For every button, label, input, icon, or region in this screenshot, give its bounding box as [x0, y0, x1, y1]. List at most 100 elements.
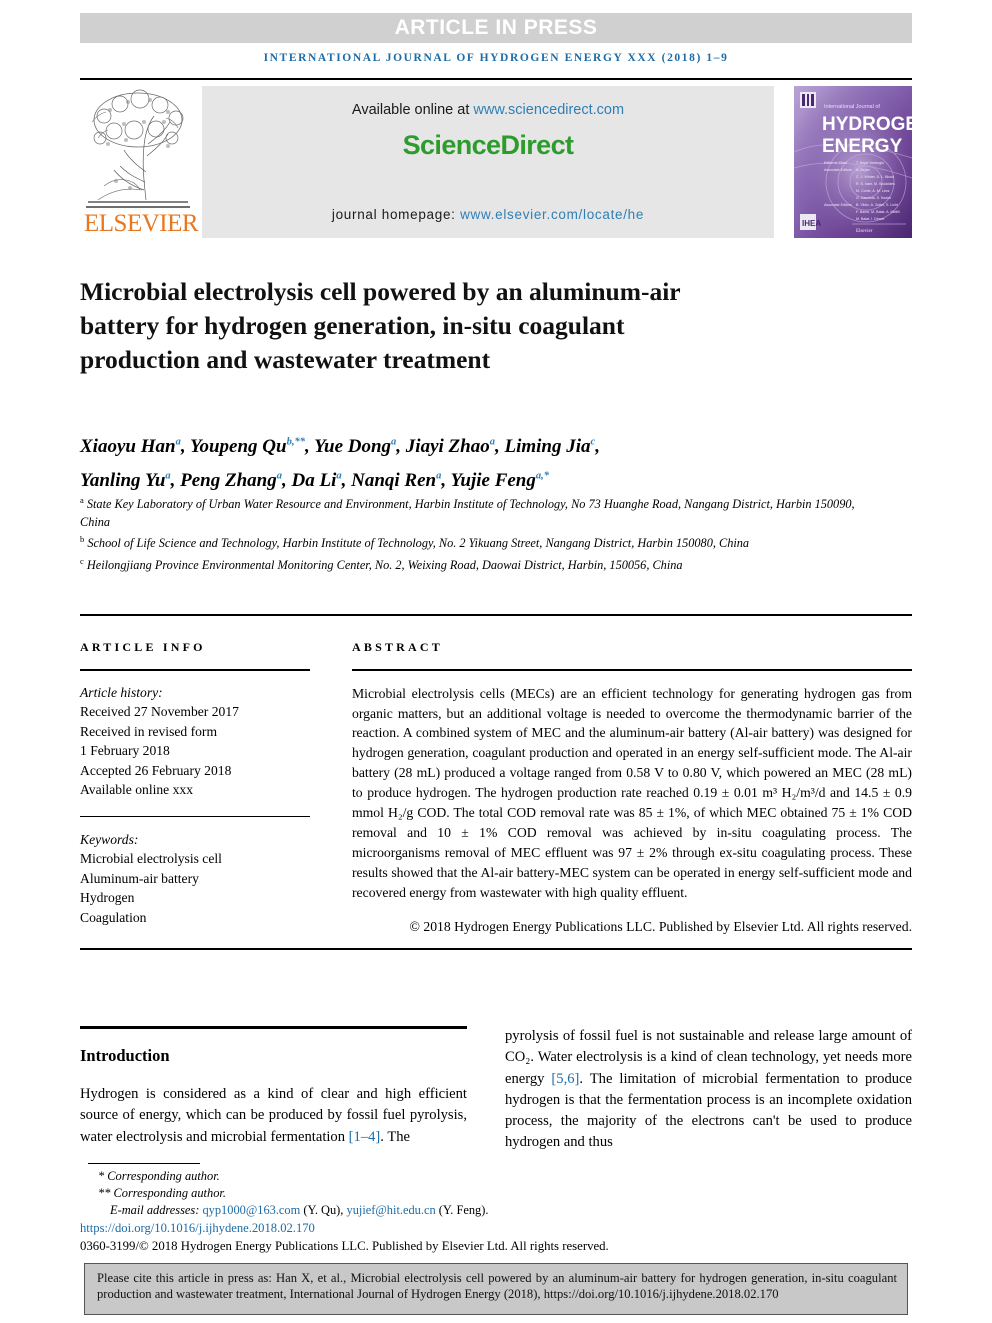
journal-homepage-line: journal homepage: www.elsevier.com/locat…: [202, 207, 774, 222]
article-history: Article history: Received 27 November 20…: [80, 683, 310, 800]
article-page: ARTICLE IN PRESS INTERNATIONAL JOURNAL O…: [0, 0, 992, 1323]
citation-reference[interactable]: [5,6]: [551, 1071, 579, 1087]
available-online-label: Available online at: [351, 102, 474, 118]
journal-homepage-label: journal homepage:: [331, 207, 461, 222]
svg-text:Editor-in-Chief: Editor-in-Chief: [824, 161, 847, 165]
article-history-item: Received in revised form: [80, 723, 218, 739]
journal-running-head: INTERNATIONAL JOURNAL OF HYDROGEN ENERGY…: [263, 52, 729, 64]
elsevier-wordmark: ELSEVIER: [84, 210, 199, 237]
email-link-feng[interactable]: yujief@hit.edu.cn: [347, 1203, 436, 1217]
author-entry: Peng Zhanga,: [180, 469, 292, 491]
article-info-column: ARTICLE INFO Article history: Received 2…: [80, 640, 310, 927]
email-addresses-label: E-mail addresses:: [110, 1203, 203, 1218]
author-list: Xiaoyu Hana, Youpeng Qub,**, Yue Donga, …: [80, 428, 880, 495]
article-history-item: Received 27 November 2017: [80, 704, 239, 720]
author-entry: Yujie Fenga,*: [450, 469, 549, 491]
abstract-rule: [352, 669, 912, 671]
svg-text:M. Conte, A. M. Lanz: M. Conte, A. M. Lanz: [856, 189, 890, 193]
footnote-block: * Corresponding author. ** Corresponding…: [80, 1168, 720, 1255]
article-info-rule: [80, 669, 310, 671]
svg-text:Associate Editors: Associate Editors: [824, 168, 852, 172]
cite-this-article-text: Please cite this article in press as: Ha…: [97, 1271, 897, 1302]
keyword-item: Hydrogen: [80, 890, 135, 906]
journal-homepage-link[interactable]: www.elsevier.com/locate/he: [460, 207, 644, 222]
author-line-2: Yanling Yua, Peng Zhanga, Da Lia, Nanqi …: [80, 461, 880, 494]
svg-text:T. Nejat Veziroglu: T. Nejat Veziroglu: [856, 161, 884, 165]
abstract-text: Microbial electrolysis cells (MECs) are …: [352, 685, 912, 900]
keywords-label: Keywords:: [80, 831, 139, 847]
body-column-left: Introduction Hydrogen is considered as a…: [80, 1036, 467, 1162]
abstract-heading: ABSTRACT: [352, 640, 443, 654]
footnote-rule: [88, 1163, 200, 1164]
svg-text:B. Yildiz, A. Zuttel, S. Licht: B. Yildiz, A. Zuttel, S. Licht: [856, 203, 898, 207]
affiliation-mark: a: [80, 495, 84, 505]
affiliation-mark: b: [80, 534, 85, 545]
affiliation-list: a State Key Laboratory of Urban Water Re…: [80, 492, 860, 574]
svg-text:ENERGY: ENERGY: [822, 136, 903, 157]
available-online-line: Available online at www.sciencedirect.co…: [202, 102, 774, 118]
elsevier-divider: [86, 206, 190, 208]
author-entry: Youpeng Qub,**,: [189, 436, 315, 458]
masthead: ELSEVIER Available online at www.science…: [80, 78, 912, 240]
svg-text:International Journal of: International Journal of: [824, 104, 880, 110]
page-title: Microbial electrolysis cell powered by a…: [80, 277, 681, 375]
sciencedirect-banner: Available online at www.sciencedirect.co…: [202, 86, 774, 238]
author-entry: Nanqi Rena,: [351, 469, 451, 491]
abstract-copyright: © 2018 Hydrogen Energy Publications LLC.…: [409, 918, 912, 934]
svg-text:A. Bejan: A. Bejan: [856, 168, 870, 172]
svg-text:M. Balat, I. Dincer: M. Balat, I. Dincer: [856, 217, 885, 221]
article-history-label: Article history:: [80, 684, 163, 700]
cite-this-article-box: Please cite this article in press as: Ha…: [84, 1263, 908, 1315]
svg-text:Associate Editors: Associate Editors: [824, 203, 852, 207]
article-in-press-banner: ARTICLE IN PRESS: [80, 13, 912, 43]
author-line-1: Xiaoyu Hana, Youpeng Qub,**, Yue Donga, …: [80, 428, 880, 461]
article-in-press-label: ARTICLE IN PRESS: [394, 16, 598, 39]
abstract-column: ABSTRACT Microbial electrolysis cells (M…: [352, 640, 912, 936]
elsevier-logo: ELSEVIER: [84, 86, 199, 238]
email-link-qu[interactable]: qyp1000@163.com: [202, 1203, 300, 1217]
svg-text:G. Cacciola, S. Kazim: G. Cacciola, S. Kazim: [856, 196, 891, 200]
citation-reference[interactable]: [1–4]: [349, 1129, 381, 1145]
svg-text:Elsevier: Elsevier: [856, 229, 873, 234]
issn-copyright-line: 0360-3199/© 2018 Hydrogen Energy Publica…: [80, 1238, 609, 1253]
svg-text:R. S. Irani, M. Stoukides: R. S. Irani, M. Stoukides: [856, 182, 895, 186]
affiliation-mark: c: [80, 555, 84, 566]
sciencedirect-word-direct: Direct: [500, 130, 574, 160]
info-block-top-rule: [80, 614, 912, 616]
introduction-paragraph-left: Hydrogen is considered as a kind of clea…: [80, 1086, 467, 1145]
article-info-heading: ARTICLE INFO: [80, 640, 206, 654]
info-block-bottom-rule: [80, 948, 912, 950]
affiliation-item: b School of Life Science and Technology,…: [80, 534, 750, 551]
elsevier-tree-icon: [84, 86, 192, 204]
introduction-paragraph-right: pyrolysis of fossil fuel is not sustaina…: [505, 1028, 913, 1151]
journal-cover-thumbnail: International Journal of HYDROGEN ENERGY…: [794, 86, 912, 238]
keyword-item: Microbial electrolysis cell: [80, 851, 222, 867]
introduction-rule: [80, 1026, 467, 1029]
keyword-item: Aluminum-air battery: [80, 870, 199, 886]
svg-text:IHEA: IHEA: [802, 219, 821, 228]
affiliation-item: c Heilongjiang Province Environmental Mo…: [80, 555, 683, 572]
corresponding-author-note-2: ** Corresponding author.: [98, 1186, 226, 1201]
sciencedirect-link[interactable]: www.sciencedirect.com: [473, 102, 624, 118]
keywords-divider: [80, 815, 310, 817]
author-entry: Da Lia,: [291, 469, 352, 491]
sciencedirect-word-science: Science: [402, 130, 501, 160]
author-entry: Liming Jiac,: [504, 436, 600, 458]
svg-text:F. Barbir, M. Balat, A. Midill: F. Barbir, M. Balat, A. Midilli: [856, 210, 900, 214]
article-history-item: Available online xxx: [80, 782, 193, 798]
article-history-item: Accepted 26 February 2018: [80, 762, 232, 778]
author-entry: Yanling Yua,: [80, 469, 181, 491]
email-addresses-line: E-mail addresses: qyp1000@163.com (Y. Qu…: [110, 1203, 489, 1218]
svg-text:C. J. Winter, D. L. Block: C. J. Winter, D. L. Block: [856, 175, 894, 179]
author-entry: Yue Donga,: [314, 436, 406, 458]
author-affiliation-mark: b,**: [286, 437, 305, 448]
introduction-heading: Introduction: [80, 1046, 170, 1065]
body-column-right: pyrolysis of fossil fuel is not sustaina…: [505, 1026, 912, 1168]
keywords-block: Keywords: Microbial electrolysis cell Al…: [80, 830, 310, 928]
author-entry: Jiayi Zhaoa,: [405, 436, 505, 458]
article-history-item: 1 February 2018: [80, 743, 170, 759]
doi-link[interactable]: https://doi.org/10.1016/j.ijhydene.2018.…: [80, 1220, 720, 1237]
affiliation-item: a State Key Laboratory of Urban Water Re…: [80, 495, 855, 529]
author-entry: Xiaoyu Hana,: [80, 436, 190, 458]
svg-text:HYDROGEN: HYDROGEN: [822, 114, 912, 135]
